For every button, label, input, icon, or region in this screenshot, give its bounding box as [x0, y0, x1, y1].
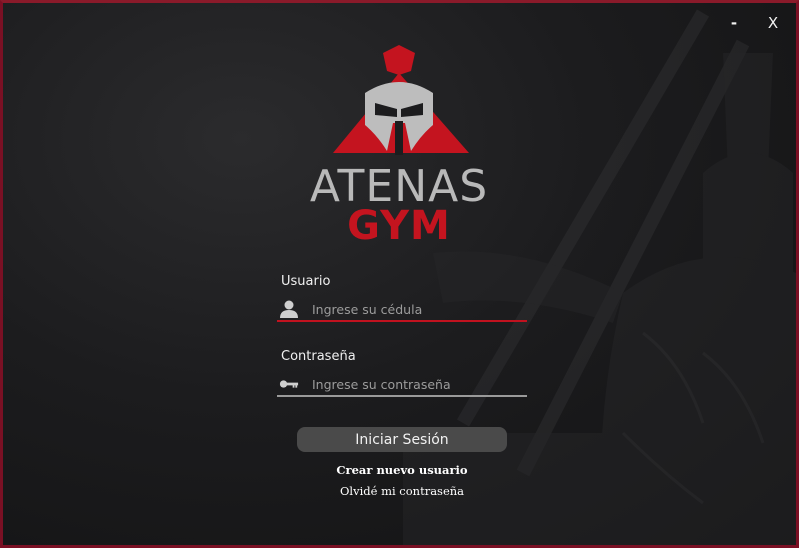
password-input[interactable]	[310, 373, 524, 395]
login-window: - X ATENAS GYM Usuario Contraseña	[0, 0, 799, 548]
key-icon	[279, 380, 299, 388]
password-field	[277, 371, 527, 397]
username-field	[277, 296, 527, 322]
login-button[interactable]: Iniciar Sesión	[297, 427, 507, 452]
user-icon	[280, 300, 298, 318]
close-button[interactable]: X	[761, 11, 785, 35]
atenas-gym-logo: ATENAS GYM	[293, 43, 513, 253]
minimize-button[interactable]: -	[722, 11, 746, 35]
spartan-helmet-icon	[333, 45, 469, 155]
username-input[interactable]	[310, 298, 524, 320]
username-label: Usuario	[281, 274, 331, 289]
password-label: Contraseña	[281, 349, 356, 364]
logo-text-gym: GYM	[347, 203, 451, 249]
create-user-link[interactable]: Crear nuevo usuario	[302, 463, 502, 477]
forgot-password-link[interactable]: Olvidé mi contraseña	[302, 484, 502, 498]
